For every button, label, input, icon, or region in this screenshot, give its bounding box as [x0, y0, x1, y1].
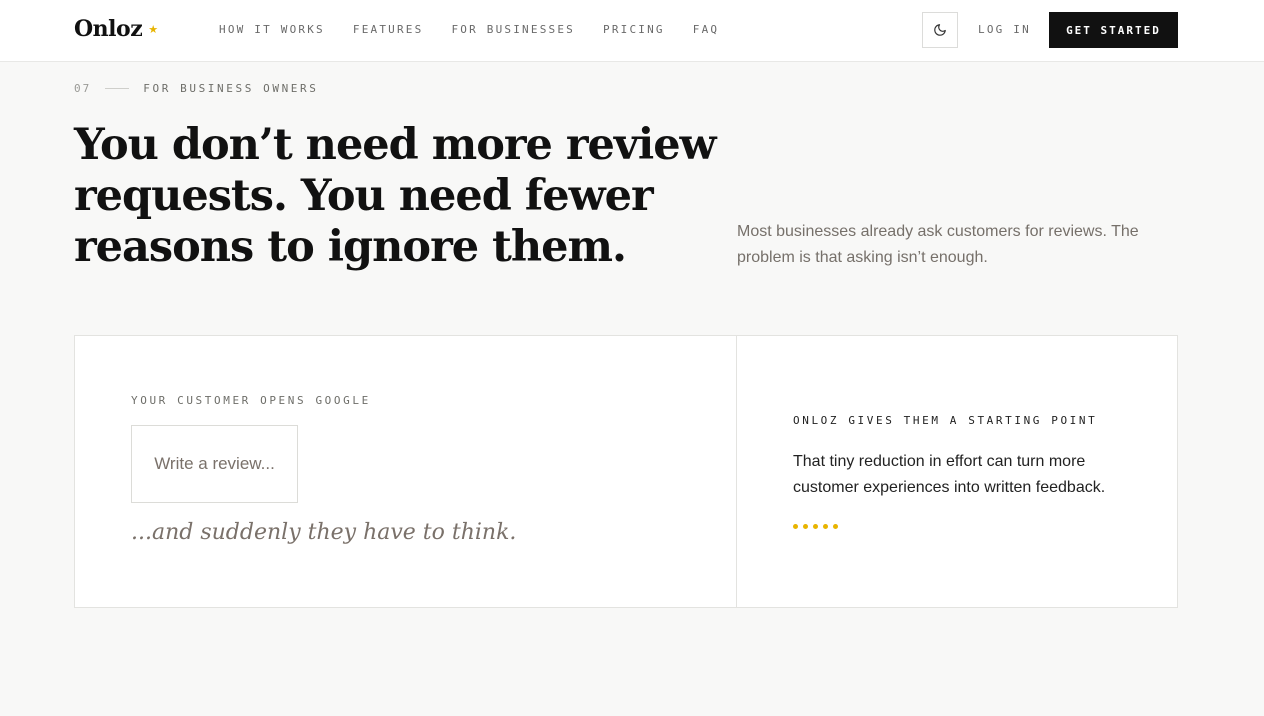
section-lede: Most businesses already ask customers fo… — [737, 223, 1139, 266]
page-headline: You don’t need more review requests. You… — [74, 120, 717, 272]
comparison-cards: YOUR CUSTOMER OPENS GOOGLE Write a revie… — [74, 335, 1178, 608]
nav-features[interactable]: FEATURES — [353, 23, 424, 36]
nav-faq[interactable]: FAQ — [693, 23, 719, 36]
eyebrow-divider — [105, 88, 130, 89]
rating-dots — [793, 524, 838, 529]
review-placeholder-box: Write a review... — [131, 425, 298, 503]
star-icon: ★ — [148, 23, 159, 36]
card-customer: YOUR CUSTOMER OPENS GOOGLE Write a revie… — [75, 336, 737, 607]
nav-pricing[interactable]: PRICING — [603, 23, 665, 36]
card-customer-label: YOUR CUSTOMER OPENS GOOGLE — [131, 394, 371, 407]
dot-icon — [823, 524, 828, 529]
login-link[interactable]: LOG IN — [978, 23, 1031, 36]
nav-for-businesses[interactable]: FOR BUSINESSES — [451, 23, 575, 36]
card-onloz-label: ONLOZ GIVES THEM A STARTING POINT — [793, 414, 1098, 427]
theme-toggle-button[interactable] — [922, 12, 958, 48]
card-onloz: ONLOZ GIVES THEM A STARTING POINT That t… — [737, 336, 1177, 607]
nav-how-it-works[interactable]: HOW IT WORKS — [219, 23, 325, 36]
main-nav: HOW IT WORKS FEATURES FOR BUSINESSES PRI… — [219, 23, 719, 36]
site-header: Onloz ★ HOW IT WORKS FEATURES FOR BUSINE… — [0, 0, 1264, 62]
moon-icon — [934, 24, 946, 36]
section-number: 07 — [74, 82, 92, 95]
section-eyebrow: 07 FOR BUSINESS OWNERS — [74, 82, 318, 95]
section-label: FOR BUSINESS OWNERS — [143, 82, 319, 95]
logo-text: Onloz — [74, 16, 143, 42]
dot-icon — [803, 524, 808, 529]
get-started-button[interactable]: GET STARTED — [1049, 12, 1178, 48]
dot-icon — [833, 524, 838, 529]
card-onloz-body: That tiny reduction in effort can turn m… — [793, 453, 1106, 496]
card-customer-caption: ...and suddenly they have to think. — [131, 520, 517, 545]
dot-icon — [813, 524, 818, 529]
dot-icon — [793, 524, 798, 529]
logo[interactable]: Onloz ★ — [74, 16, 158, 42]
